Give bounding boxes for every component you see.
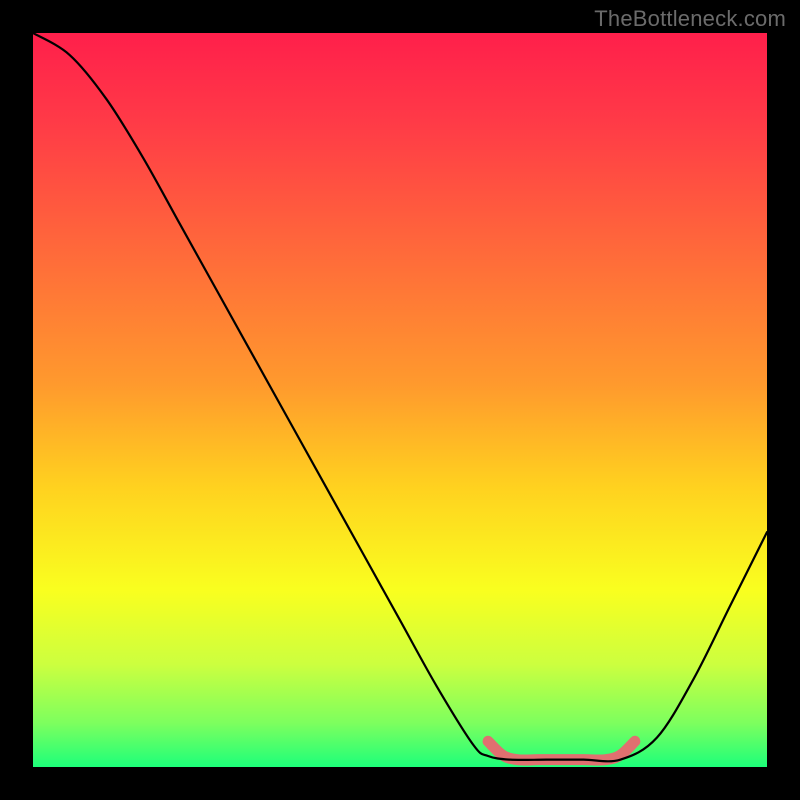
gradient-background — [33, 33, 767, 767]
plot-area — [33, 33, 767, 767]
bottleneck-chart — [33, 33, 767, 767]
watermark-text: TheBottleneck.com — [594, 6, 786, 32]
chart-frame: TheBottleneck.com — [0, 0, 800, 800]
